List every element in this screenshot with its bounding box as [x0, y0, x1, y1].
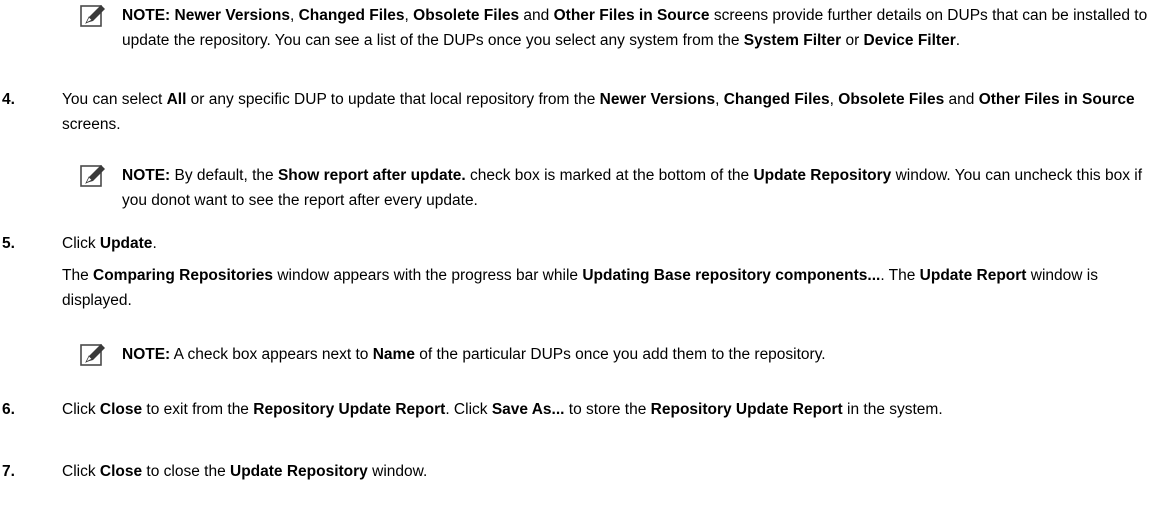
note-text: NOTE: Newer Versions, Changed Files, Obs…: [122, 7, 1148, 49]
step-text: Click Close to close the Update Reposito…: [62, 463, 428, 480]
note-newer-versions: NOTE: Newer Versions, Changed Files, Obs…: [80, 3, 1160, 53]
note-show-report: NOTE: By default, the Show report after …: [80, 163, 1165, 213]
step-7: 7. Click Close to close the Update Repos…: [2, 459, 1162, 484]
step-number: 4.: [2, 91, 15, 108]
note-pencil-icon: [80, 344, 105, 366]
step-text: Click Close to exit from the Repository …: [62, 401, 943, 418]
step-text: You can select All or any specific DUP t…: [62, 91, 1135, 133]
step-number: 7.: [2, 463, 15, 480]
step-number: 5.: [2, 235, 15, 252]
document-page: NOTE: Newer Versions, Changed Files, Obs…: [0, 0, 1172, 507]
step-result-text: The Comparing Repositories window appear…: [62, 267, 1098, 309]
step-text: Click Update.: [62, 235, 157, 252]
note-text: NOTE: By default, the Show report after …: [122, 167, 1143, 209]
note-pencil-icon: [80, 5, 105, 27]
step-6: 6. Click Close to exit from the Reposito…: [2, 397, 1162, 422]
step-number: 6.: [2, 401, 15, 418]
note-text: NOTE: A check box appears next to Name o…: [122, 346, 826, 363]
note-check-box: NOTE: A check box appears next to Name o…: [80, 342, 1165, 368]
step-4: 4. You can select All or any specific DU…: [2, 87, 1162, 137]
note-pencil-icon: [80, 165, 105, 187]
step-5: 5. Click Update. The Comparing Repositor…: [2, 231, 1162, 313]
